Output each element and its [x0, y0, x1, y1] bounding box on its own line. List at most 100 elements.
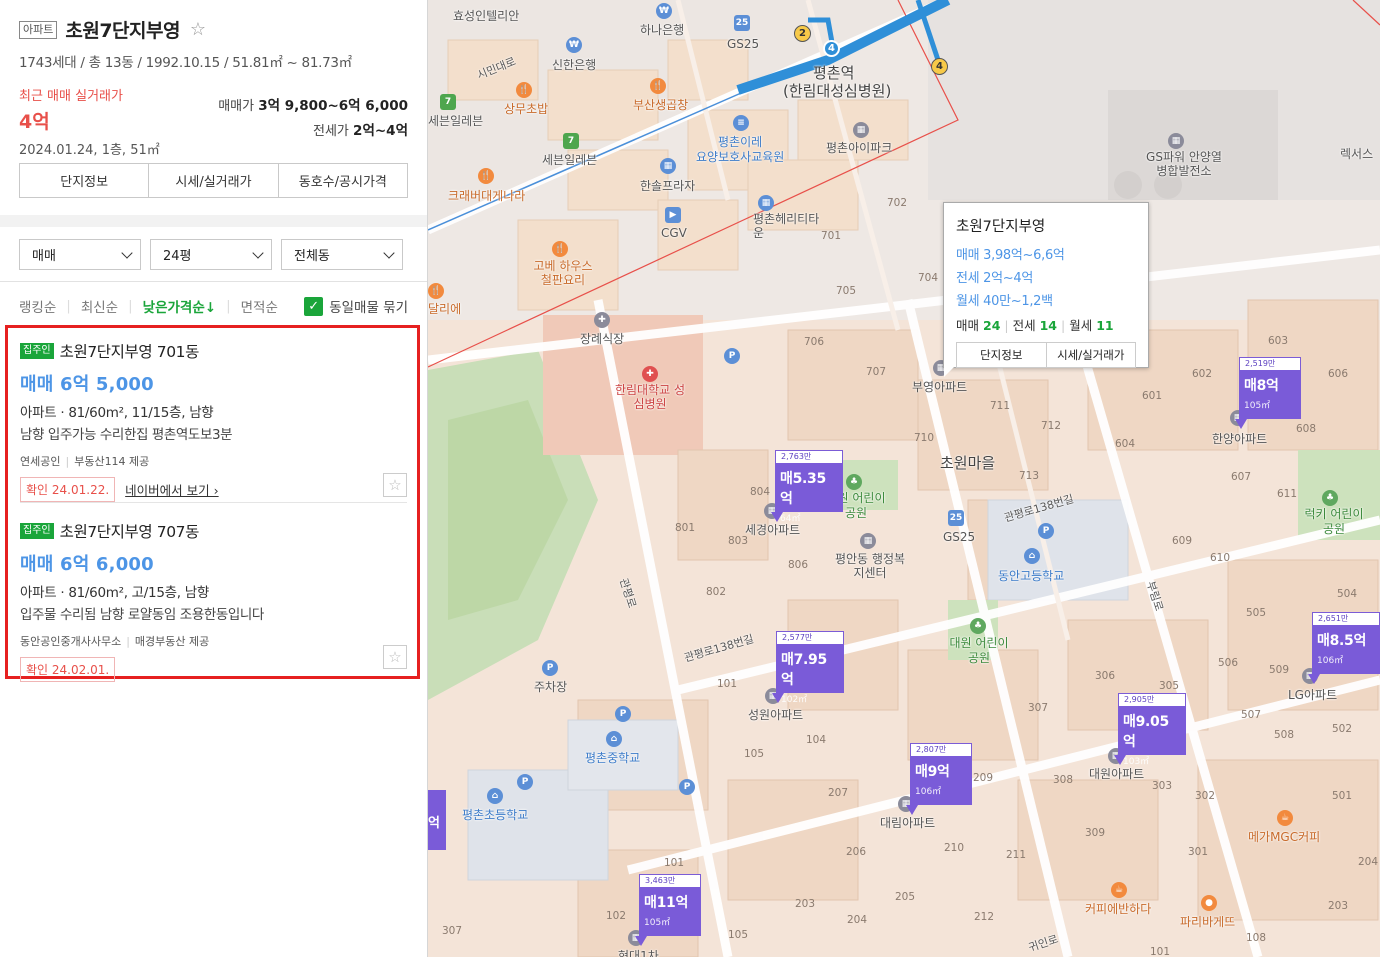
academy-icon: ≡: [733, 115, 749, 131]
price-marker[interactable]: 2,519만 매8억 105㎡: [1235, 357, 1301, 429]
tab-unit-public-price[interactable]: 동호수/공시가격: [279, 164, 407, 197]
restaurant-icon: 🍴: [516, 82, 532, 98]
checkbox-checked-icon[interactable]: ✓: [304, 296, 324, 316]
marker-price: 매5.35억: [780, 471, 826, 507]
convenience-store-icon: 7: [563, 133, 579, 149]
bank-icon: ₩: [656, 3, 672, 19]
map-label: 부영아파트: [912, 380, 968, 394]
popup-counts: 매매 24 | 전세 14 | 월세 11: [956, 318, 1114, 333]
listing-title: 초원7단지부영 701동: [59, 343, 200, 361]
parking-icon: P: [1038, 523, 1054, 539]
school-icon: ⌂: [487, 788, 503, 804]
map-label: 상무초밥: [504, 102, 549, 116]
park-icon: ♣: [970, 618, 986, 634]
building-value: 전체동: [294, 249, 330, 264]
map-label: LG아파트: [1288, 688, 1338, 702]
convenience-store-icon: 25: [734, 15, 750, 31]
map-label: 럭키 어린이공원: [1304, 507, 1364, 536]
parking-icon: P: [615, 706, 631, 722]
complex-popup: 초원7단지부영 매매 3,98억~6,6억 전세 2억~4억 월세 40만~1,…: [943, 202, 1149, 377]
map-label: 장례식장: [580, 332, 625, 346]
price-marker[interactable]: 2,905만 매9.05억 103㎡: [1114, 693, 1186, 767]
hospital-icon: ✚: [642, 366, 658, 382]
price-marker[interactable]: 2,807만 매9억 106㎡: [906, 743, 972, 815]
sale-range-label: 매매가: [218, 99, 255, 114]
naver-view-link[interactable]: 네이버에서 보기 ›: [125, 480, 218, 499]
map-label: 커피에반하다: [1085, 902, 1152, 916]
listing-highlight-box: 집주인 초원7단지부영 701동 매매 6억 5,000 아파트 · 81/60…: [5, 325, 420, 682]
cafe-icon: ☕: [1111, 882, 1127, 898]
listing-spec: 아파트 · 81/60m², 고/15층, 남향: [20, 585, 209, 601]
parking-icon: P: [679, 779, 695, 795]
bank-icon: ₩: [566, 37, 582, 53]
building-icon: ▦: [860, 533, 876, 549]
popup-monthly-range: 월세 40만~1,2백: [956, 294, 1053, 309]
marker-pin: [1114, 755, 1126, 765]
map-label: CGV: [661, 226, 687, 240]
size-select[interactable]: 24평: [150, 239, 272, 270]
price-marker[interactable]: 3,463만 매11억 105㎡: [635, 874, 701, 946]
building-icon: ▦: [758, 195, 774, 211]
complex-meta: 1743세대 / 총 13동 / 1992.10.15 / 51.81㎡ ~ 8…: [19, 55, 352, 71]
map-label: 평촌중학교: [585, 751, 641, 765]
marker-pin: [772, 693, 784, 703]
marker-pin: [1235, 419, 1247, 429]
listing-item[interactable]: 집주인 초원7단지부영 701동 매매 6억 5,000 아파트 · 81/60…: [20, 340, 407, 502]
map-label: 신한은행: [552, 58, 597, 72]
sort-area[interactable]: 면적순: [241, 296, 278, 316]
neighborhood-label: 초원마을: [940, 454, 996, 472]
same-listing-label: 동일매물 묶기: [329, 300, 408, 316]
complex-title: 초원7단지부영: [65, 20, 180, 42]
marker-unit-price: 2,651만: [1312, 612, 1380, 625]
marker-price: 매11억: [644, 895, 689, 911]
marker-area: 106㎡: [915, 787, 942, 797]
marker-unit-price: 2,807만: [910, 743, 972, 756]
tab-complex-info[interactable]: 단지정보: [20, 164, 150, 197]
sort-low-price[interactable]: 낮은가격순↓: [143, 296, 216, 316]
building-select[interactable]: 전체동: [281, 239, 403, 270]
map-label: 평안동 행정복지센터: [834, 552, 906, 580]
popup-complex-info-button[interactable]: 단지정보: [957, 343, 1047, 367]
restaurant-icon: 🍴: [552, 241, 568, 257]
favorite-star-icon[interactable]: ☆: [383, 473, 407, 497]
jeonse-count: 14: [1039, 318, 1057, 333]
price-marker[interactable]: 2,651만 매8.5억 106㎡: [1308, 612, 1380, 684]
map-label: 평촌아이파크: [826, 141, 893, 155]
same-listing-toggle[interactable]: ✓ 동일매물 묶기: [304, 296, 408, 316]
listing-agent: 연세공인 | 부동산114 제공: [20, 455, 150, 468]
map-view[interactable]: 2 4 4 효성인텔리안 ₩ 하나은행 25 GS25 평촌역 (한림대성심병원…: [428, 0, 1380, 957]
price-marker[interactable]: 2,763만 매5.35억 64㎡: [771, 450, 843, 524]
map-label: 현대1차: [618, 949, 659, 957]
marker-pin: [635, 936, 647, 946]
info-tabs: 단지정보 시세/실거래가 동호수/공시가격: [19, 163, 408, 198]
sort-ranking[interactable]: 랭킹순: [19, 296, 56, 316]
marker-price: 매9억: [915, 764, 950, 780]
marker-pin: [771, 512, 783, 522]
chevron-down-icon: [383, 246, 395, 259]
favorite-star-icon[interactable]: ☆: [188, 19, 208, 40]
deal-type-select[interactable]: 매매: [19, 239, 141, 270]
sort-separator: |: [128, 298, 133, 314]
map-label: 대원아파트: [1089, 767, 1145, 781]
map-label: GS25: [943, 530, 976, 544]
favorite-star-icon[interactable]: ☆: [383, 645, 407, 669]
price-marker[interactable]: 2,577만 매7.95억 102㎡: [772, 631, 844, 705]
sort-row: 랭킹순 | 최신순 | 낮은가격순↓ | 면적순 ✓ 동일매물 묶기: [0, 282, 427, 316]
listing-item[interactable]: 집주인 초원7단지부영 707동 매매 6억 6,000 아파트 · 81/60…: [20, 520, 407, 682]
building-icon: ▦: [853, 122, 869, 138]
marker-unit-price: 2,577만: [776, 631, 844, 644]
popup-price-button[interactable]: 시세/실거래가: [1047, 343, 1136, 367]
marker-price: 매7.95억: [781, 652, 827, 688]
map-label: 고베 하우스 철판요리: [533, 259, 593, 287]
marker-area: 103㎡: [1123, 757, 1150, 767]
tab-price-history[interactable]: 시세/실거래가: [149, 164, 279, 197]
building-icon: ▦: [1168, 133, 1184, 149]
park-icon: ♣: [846, 474, 862, 490]
map-label: 부산생곱창: [633, 98, 689, 112]
sale-count: 24: [983, 318, 1001, 333]
marker-area: 106㎡: [1317, 656, 1344, 666]
price-marker-partial[interactable]: 억: [428, 790, 446, 850]
listing-description: 남향 입주가능 수리한집 평촌역도보3분: [20, 427, 233, 443]
map-label: 대림아파트: [880, 816, 936, 830]
sort-latest[interactable]: 최신순: [81, 296, 118, 316]
